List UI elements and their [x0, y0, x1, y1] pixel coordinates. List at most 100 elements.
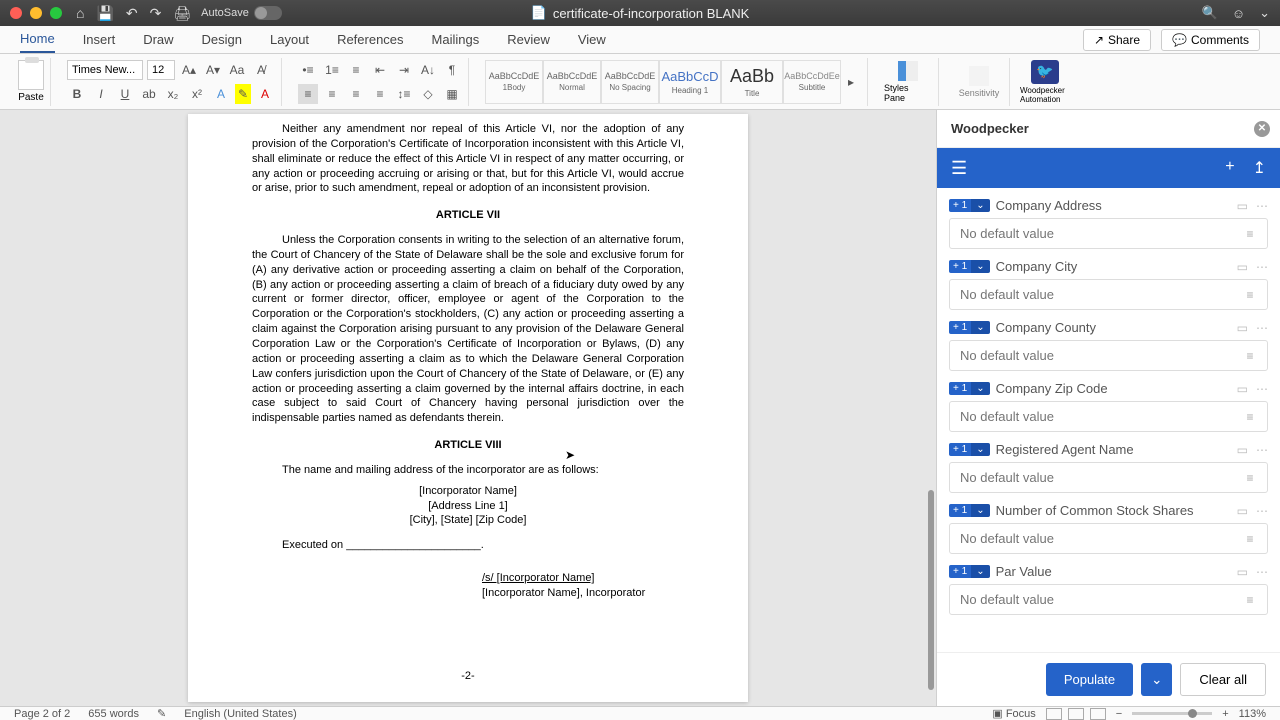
account-icon[interactable]: ☺ [1232, 6, 1245, 21]
view-web-icon[interactable] [1068, 708, 1084, 720]
field-list-icon[interactable]: ≡ [1240, 531, 1260, 547]
tab-mailings[interactable]: Mailings [432, 27, 480, 52]
increase-indent-icon[interactable]: ⇥ [394, 60, 414, 80]
zoom-level[interactable]: 113% [1239, 708, 1266, 720]
field-link-icon[interactable]: ▭ [1237, 260, 1248, 274]
field-input[interactable] [949, 462, 1268, 493]
line-spacing-icon[interactable]: ↕≡ [394, 84, 414, 104]
paste-button[interactable]: Paste [18, 60, 44, 103]
minimize-window[interactable] [30, 7, 42, 19]
field-more-icon[interactable]: ⋯ [1256, 382, 1268, 396]
zoom-in-icon[interactable]: + [1222, 708, 1228, 720]
comments-button[interactable]: 💬 Comments [1161, 29, 1260, 51]
field-list-icon[interactable]: ≡ [1240, 348, 1260, 364]
decrease-font-icon[interactable]: A▾ [203, 60, 223, 80]
align-center-icon[interactable]: ≡ [322, 84, 342, 104]
print-icon[interactable]: 🖨 [173, 5, 191, 22]
style-nospacing[interactable]: AaBbCcDdENo Spacing [601, 60, 659, 104]
sensitivity-button[interactable]: Sensitivity [955, 66, 1003, 98]
close-window[interactable] [10, 7, 22, 19]
add-field-icon[interactable]: + [1225, 158, 1234, 178]
home-icon[interactable]: ⌂ [76, 5, 84, 21]
focus-mode[interactable]: ▣ Focus [992, 707, 1035, 720]
field-more-icon[interactable]: ⋯ [1256, 443, 1268, 457]
clear-all-button[interactable]: Clear all [1180, 663, 1266, 696]
field-input[interactable] [949, 401, 1268, 432]
field-input[interactable] [949, 523, 1268, 554]
field-list-icon[interactable]: ≡ [1240, 226, 1260, 242]
field-more-icon[interactable]: ⋯ [1256, 321, 1268, 335]
document-page[interactable]: Neither any amendment nor repeal of this… [188, 114, 748, 702]
field-input[interactable] [949, 584, 1268, 615]
bold-button[interactable]: B [67, 84, 87, 104]
font-color-icon[interactable]: A [255, 84, 275, 104]
maximize-window[interactable] [50, 7, 62, 19]
tab-draw[interactable]: Draw [143, 27, 173, 52]
view-outline-icon[interactable] [1090, 708, 1106, 720]
highlight-icon[interactable]: ✎ [235, 84, 251, 104]
numbering-icon[interactable]: 1≡ [322, 60, 342, 80]
decrease-indent-icon[interactable]: ⇤ [370, 60, 390, 80]
styles-pane-button[interactable]: Styles Pane [884, 61, 932, 103]
change-case-icon[interactable]: Aa [227, 60, 247, 80]
style-subtitle[interactable]: AaBbCcDdEeSubtitle [783, 60, 841, 104]
undo-icon[interactable]: ↶ [126, 5, 138, 22]
field-badge[interactable]: + 1⌄ [949, 382, 990, 395]
strike-button[interactable]: ab [139, 84, 159, 104]
style-normal[interactable]: AaBbCcDdENormal [543, 60, 601, 104]
field-list-icon[interactable]: ≡ [1240, 409, 1260, 425]
language-status[interactable]: English (United States) [184, 708, 297, 720]
font-name-select[interactable] [67, 60, 143, 80]
field-list-icon[interactable]: ≡ [1240, 592, 1260, 608]
increase-font-icon[interactable]: A▴ [179, 60, 199, 80]
tab-insert[interactable]: Insert [83, 27, 116, 52]
shading-icon[interactable]: ◇ [418, 84, 438, 104]
field-list-icon[interactable]: ≡ [1240, 287, 1260, 303]
field-link-icon[interactable]: ▭ [1237, 504, 1248, 518]
tab-review[interactable]: Review [507, 27, 550, 52]
redo-icon[interactable]: ↷ [150, 5, 162, 22]
style-title[interactable]: AaBbTitle [721, 60, 783, 104]
close-sidebar-button[interactable]: ✕ [1254, 121, 1270, 137]
tab-design[interactable]: Design [202, 27, 242, 52]
subscript-button[interactable]: x₂ [163, 84, 183, 104]
italic-button[interactable]: I [91, 84, 111, 104]
field-link-icon[interactable]: ▭ [1237, 565, 1248, 579]
page-status[interactable]: Page 2 of 2 [14, 708, 70, 720]
field-more-icon[interactable]: ⋯ [1256, 504, 1268, 518]
borders-icon[interactable]: ▦ [442, 84, 462, 104]
autosave-toggle[interactable] [254, 6, 282, 20]
field-more-icon[interactable]: ⋯ [1256, 565, 1268, 579]
styles-more-icon[interactable]: ▸ [841, 72, 861, 92]
tab-references[interactable]: References [337, 27, 403, 52]
underline-button[interactable]: U [115, 84, 135, 104]
scrollbar[interactable] [926, 110, 934, 706]
sort-icon[interactable]: A↓ [418, 60, 438, 80]
field-badge[interactable]: + 1⌄ [949, 260, 990, 273]
font-size-select[interactable] [147, 60, 175, 80]
field-more-icon[interactable]: ⋯ [1256, 199, 1268, 213]
field-link-icon[interactable]: ▭ [1237, 382, 1248, 396]
field-badge[interactable]: + 1⌄ [949, 443, 990, 456]
bullets-icon[interactable]: •≡ [298, 60, 318, 80]
multilevel-icon[interactable]: ≡ [346, 60, 366, 80]
field-more-icon[interactable]: ⋯ [1256, 260, 1268, 274]
style-heading1[interactable]: AaBbCcDHeading 1 [659, 60, 721, 104]
field-badge[interactable]: + 1⌄ [949, 321, 990, 334]
justify-icon[interactable]: ≡ [370, 84, 390, 104]
save-icon[interactable]: 💾 [96, 5, 113, 22]
field-input[interactable] [949, 340, 1268, 371]
tab-view[interactable]: View [578, 27, 606, 52]
clear-format-icon[interactable]: A̸ [251, 60, 271, 80]
populate-dropdown[interactable]: ⌄ [1141, 663, 1172, 696]
show-marks-icon[interactable]: ¶ [442, 60, 462, 80]
tab-layout[interactable]: Layout [270, 27, 309, 52]
zoom-slider[interactable] [1132, 712, 1212, 715]
field-link-icon[interactable]: ▭ [1237, 321, 1248, 335]
zoom-out-icon[interactable]: − [1116, 708, 1122, 720]
field-badge[interactable]: + 1⌄ [949, 199, 990, 212]
field-badge[interactable]: + 1⌄ [949, 565, 990, 578]
style-body[interactable]: AaBbCcDdE1Body [485, 60, 543, 104]
superscript-button[interactable]: x² [187, 84, 207, 104]
share-button[interactable]: ↗ Share [1083, 29, 1151, 51]
